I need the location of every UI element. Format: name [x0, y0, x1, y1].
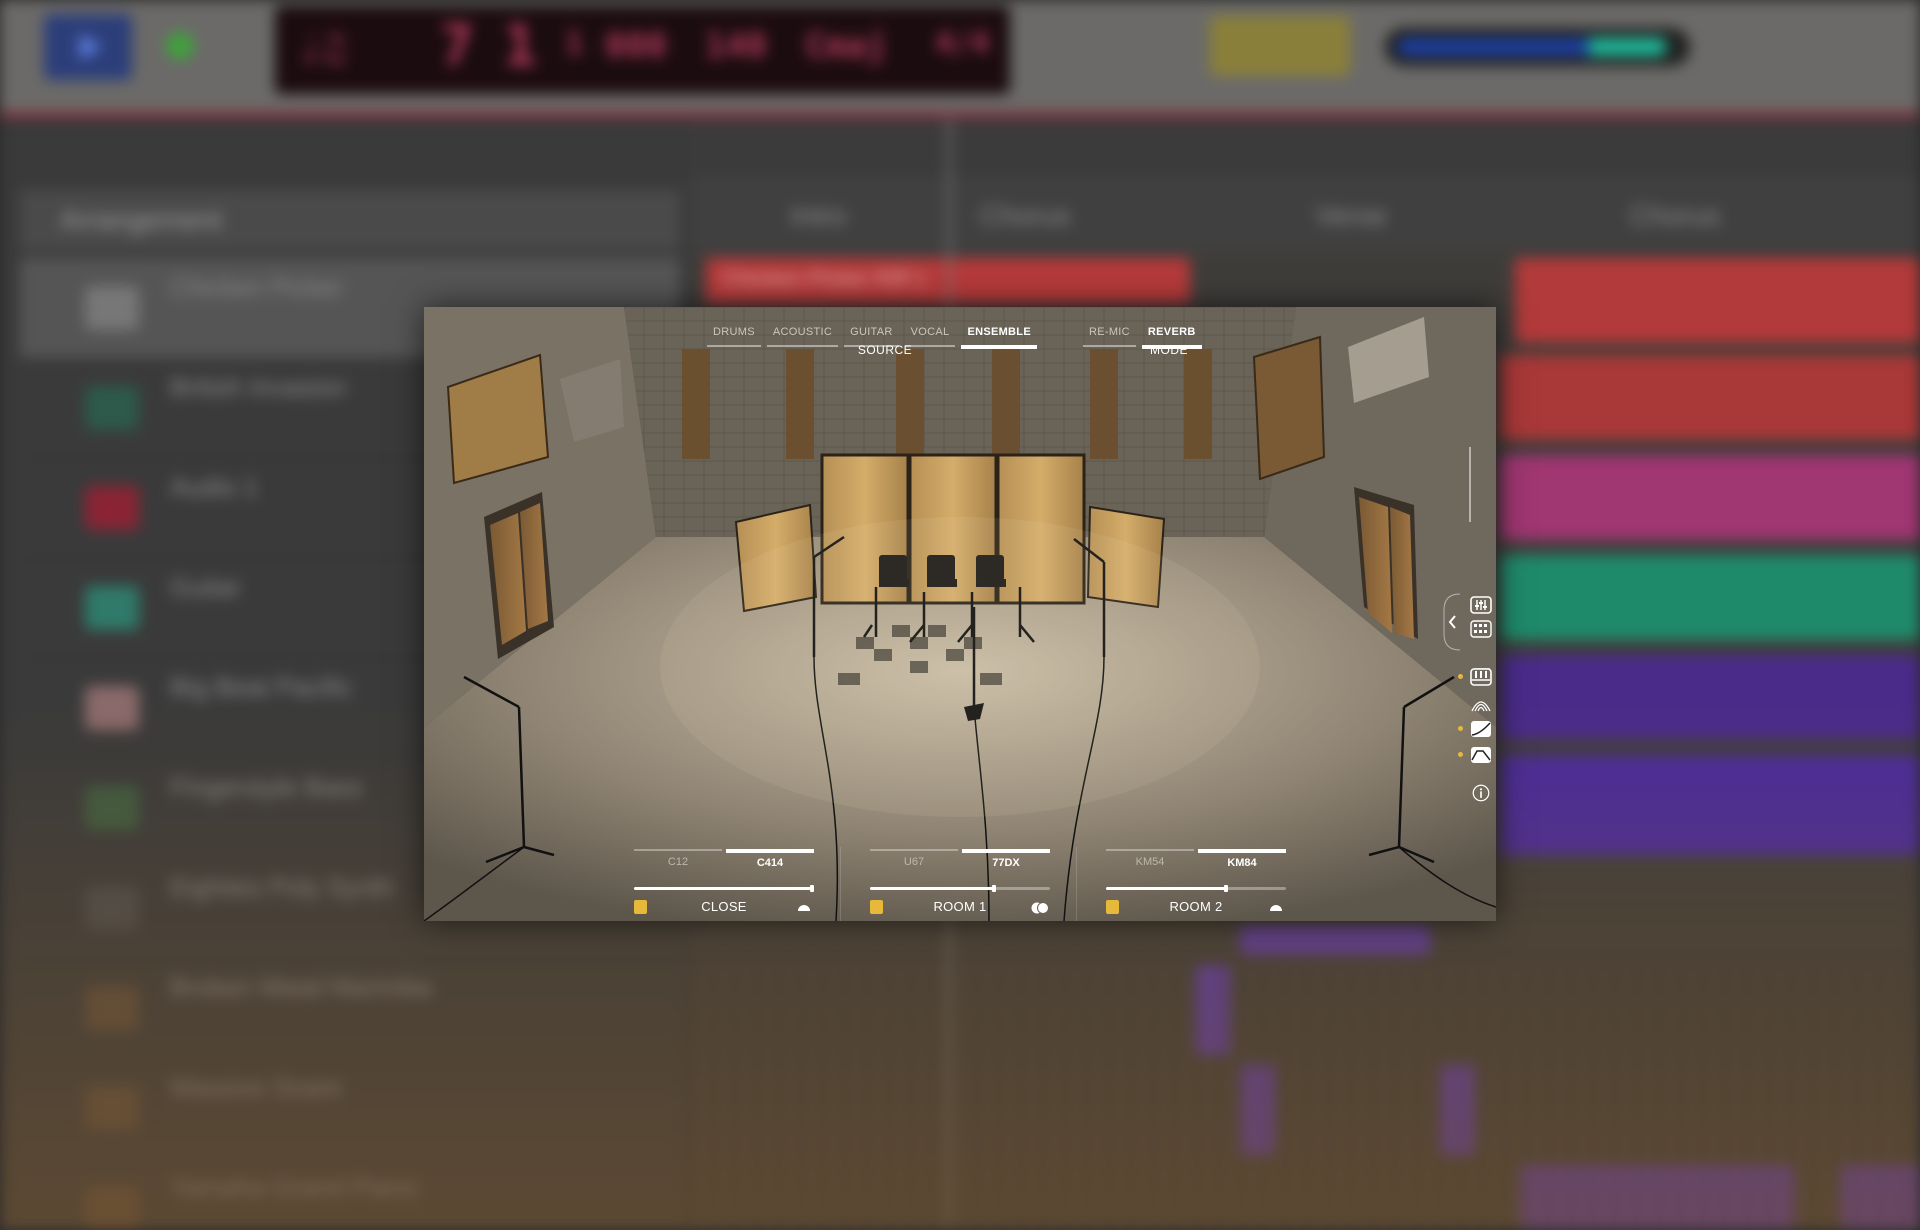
- source-label: SOURCE: [857, 343, 913, 357]
- double-circle-icon[interactable]: [1030, 899, 1050, 915]
- record-button: [166, 32, 194, 60]
- room-1-level-slider[interactable]: [870, 885, 1050, 892]
- room-2-level-slider[interactable]: [1106, 885, 1286, 892]
- active-dot: [1458, 674, 1463, 679]
- tab-ensemble[interactable]: ENSEMBLE: [961, 321, 1037, 349]
- lcd-display: ♩♫ 7 1 1 000 140 Cmaj 4/4: [275, 6, 1010, 94]
- eq-curve-icon[interactable]: [1470, 720, 1492, 738]
- master-volume: [1385, 28, 1690, 66]
- info-icon[interactable]: [1470, 784, 1492, 802]
- tuner-box: [1210, 16, 1350, 76]
- mixer-icon[interactable]: [1470, 596, 1492, 614]
- active-dot: [1458, 726, 1463, 731]
- mic-option-77dx[interactable]: 77DX: [962, 849, 1050, 877]
- single-circle-icon[interactable]: [794, 899, 814, 915]
- studio-room-image: [424, 307, 1496, 921]
- tab-acoustic[interactable]: ACOUSTIC: [766, 321, 839, 347]
- grid-icon[interactable]: [1470, 620, 1492, 638]
- room-1-enable-checkbox[interactable]: [870, 900, 883, 914]
- mic-room-2: KM54 KM84 ROOM 2: [1106, 849, 1286, 919]
- output-level-bar: [1469, 447, 1471, 522]
- mic-close: C12 C414 CLOSE: [634, 849, 814, 919]
- piano-icon[interactable]: [1470, 668, 1492, 686]
- close-level-slider[interactable]: [634, 885, 814, 892]
- mic-option-c12[interactable]: C12: [634, 849, 722, 875]
- chevron-left-icon[interactable]: [1442, 592, 1462, 652]
- mic-option-c414[interactable]: C414: [726, 849, 814, 877]
- mic-label-room-1: ROOM 1: [933, 899, 987, 914]
- active-dot: [1458, 752, 1463, 757]
- mic-option-u67[interactable]: U67: [870, 849, 958, 875]
- space-designer-plugin: DRUMS ACOUSTIC GUITAR VOCAL ENSEMBLE SOU…: [424, 307, 1496, 921]
- single-circle-icon[interactable]: [1266, 899, 1286, 915]
- envelope-icon[interactable]: [1470, 746, 1492, 764]
- mode-label: MODE: [1150, 343, 1188, 357]
- close-enable-checkbox[interactable]: [634, 900, 647, 914]
- mic-label-close: CLOSE: [701, 899, 747, 914]
- play-button: [44, 14, 132, 80]
- mic-option-km84[interactable]: KM84: [1198, 849, 1286, 877]
- room-icon[interactable]: [1470, 695, 1492, 713]
- room-2-enable-checkbox[interactable]: [1106, 900, 1119, 914]
- mic-label-room-2: ROOM 2: [1169, 899, 1223, 914]
- mic-option-km54[interactable]: KM54: [1106, 849, 1194, 875]
- side-toolbar: [1440, 572, 1496, 802]
- mic-room-1: U67 77DX ROOM 1: [870, 849, 1050, 919]
- tab-drums[interactable]: DRUMS: [707, 321, 761, 347]
